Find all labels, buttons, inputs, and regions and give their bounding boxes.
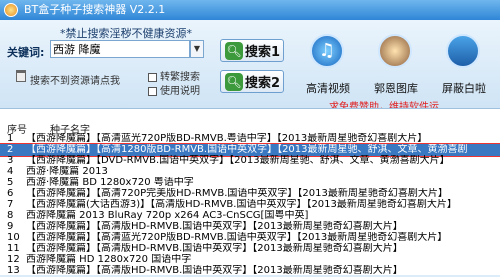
search1-button[interactable]: 🔍︎ 搜索1 (220, 39, 284, 62)
window-title: BT盒子种子搜索神器 V2.2.1 (24, 3, 166, 16)
usage-checkbox[interactable]: 使用说明 (148, 82, 200, 97)
row-name: 【西游降魔篇】【高清版HD-RMVB.国语中英双字】【2013最新周星驰奇幻喜剧… (26, 265, 403, 276)
convert-checkbox[interactable]: 转繁搜索 (148, 68, 200, 83)
tool-icon (446, 34, 480, 68)
table-row[interactable]: 13 【西游降魔篇】【高清版HD-RMVB.国语中英双字】【2013最新周星驰奇幻… (0, 265, 500, 277)
search-icon: 🔍︎ (225, 73, 243, 91)
checkbox[interactable] (148, 86, 157, 96)
warning-text: *禁止搜索淫秽不健康资源* (60, 27, 192, 40)
trash-icon (16, 70, 26, 82)
block-button[interactable]: 屏蔽白啦 (436, 30, 492, 102)
gallery-button[interactable]: 郭恩图库 (368, 30, 424, 102)
app-logo-icon (4, 3, 18, 17)
search-icon: 🔍︎ (225, 42, 243, 60)
keyword-input[interactable]: 西游 降魔 (50, 40, 190, 58)
music-note-icon: ♫ (310, 34, 344, 68)
row-number: 13 (7, 265, 20, 276)
search2-button[interactable]: 🔍︎ 搜索2 (220, 70, 284, 93)
checkbox[interactable] (148, 72, 157, 82)
not-found-link[interactable]: 搜索不到资源请点我 (30, 72, 120, 87)
chevron-down-icon[interactable]: ▼ (190, 40, 204, 58)
keyword-label: 关键词: (7, 46, 45, 59)
title-bar: BT盒子种子搜索神器 V2.2.1 (0, 0, 500, 20)
hd-video-button[interactable]: ♫ 高清视频 (300, 30, 356, 102)
user-icon (378, 34, 412, 68)
